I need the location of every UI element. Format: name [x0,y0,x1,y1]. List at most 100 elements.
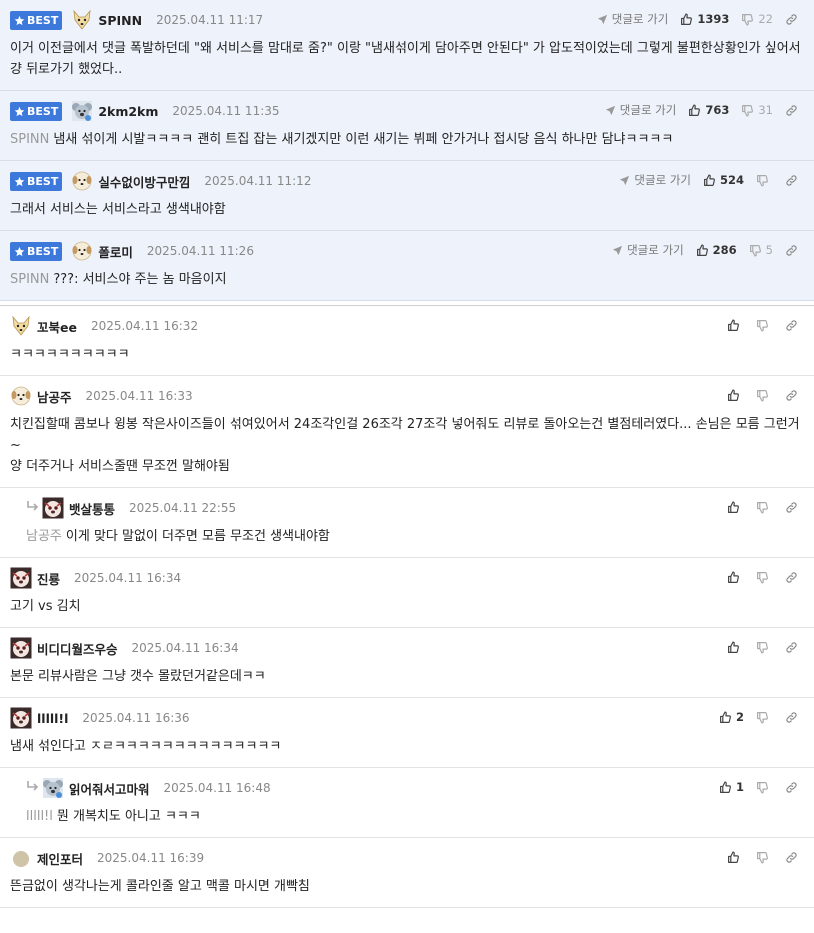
best-badge: BEST [10,101,63,121]
comment-actions: 1 [707,777,802,797]
downvote-button[interactable] [756,781,773,794]
upvote-button[interactable]: 2 [719,710,744,724]
avatar-koala-icon[interactable] [71,100,93,122]
link-icon[interactable] [785,104,802,117]
upvote-button[interactable] [727,640,744,654]
avatar-dog-icon[interactable] [10,315,32,337]
nickname[interactable]: 제인포터 [37,849,83,868]
nickname[interactable]: lllll!l [37,711,68,726]
link-icon[interactable] [785,571,802,584]
avatar-puppy-icon[interactable] [71,240,93,262]
comment-text: 이거 이전글에서 댓글 폭발하던데 "왜 서비스를 맘대로 줌?" 이랑 "냄새… [10,41,805,77]
comment-body: SPINN ???: 서비스야 주는 놈 마음이지 [10,269,804,290]
nickname[interactable]: 2km2km [98,104,158,119]
best-badge: BEST [10,171,63,191]
comment-text: ???: 서비스야 주는 놈 마음이지 [53,272,227,287]
nickname[interactable]: 비디디월즈우승 [37,639,118,658]
comment-date: 2025.04.11 11:12 [204,174,312,188]
downvote-button[interactable]: 22 [741,12,773,26]
upvote-button[interactable]: 1 [719,780,744,794]
downvote-button[interactable] [756,174,773,187]
nickname[interactable]: 읽어줘서고마워 [69,779,150,798]
link-icon[interactable] [785,389,802,402]
comment-body: 남공주 이게 맞다 말없이 더주면 모름 무조건 생색내야함 [26,526,804,547]
upvote-count: 2 [735,710,744,724]
upvote-button[interactable]: 524 [703,173,744,187]
nickname[interactable]: 폴로미 [98,242,133,261]
nickname[interactable]: 꼬북ee [37,317,77,336]
avatar-puppy-icon[interactable] [71,170,93,192]
upvote-count: 763 [705,103,730,117]
comment-item: 진룡 2025.04.11 16:34 고기 vs 김치 [0,558,814,628]
upvote-count: 1393 [697,12,730,26]
link-icon[interactable] [785,711,802,724]
downvote-button[interactable] [756,641,773,654]
link-icon[interactable] [785,13,802,26]
avatar-pug-icon[interactable] [10,707,32,729]
nickname[interactable]: 실수없이방구만낌 [98,172,190,191]
mention-tag[interactable]: lllll!l [26,809,53,824]
link-icon[interactable] [785,319,802,332]
link-icon[interactable] [785,641,802,654]
comment-text: 냄새 섞이게 시발ㅋㅋㅋㅋ 괜히 트집 잡는 새기겠지만 이런 새기는 뷔페 안… [53,132,674,147]
link-icon[interactable] [785,501,802,514]
downvote-button[interactable] [756,851,773,864]
nickname[interactable]: SPINN [98,13,142,28]
avatar-pug-icon[interactable] [10,567,32,589]
upvote-count: 524 [719,173,744,187]
avatar-pug-icon[interactable] [10,637,32,659]
upvote-button[interactable]: 286 [696,243,737,257]
downvote-button[interactable] [756,571,773,584]
avatar-dog-icon[interactable] [71,9,93,31]
nickname[interactable]: 남공주 [37,387,72,406]
nickname[interactable]: 뱃살통통 [69,499,115,518]
comment-actions [715,847,802,867]
downvote-button[interactable] [756,319,773,332]
nickname[interactable]: 진룡 [37,569,60,588]
go-to-comment-button[interactable]: 댓글로 가기 [619,172,691,188]
comment-header: 진룡 2025.04.11 16:34 [10,567,804,589]
comment-date: 2025.04.11 16:39 [97,851,205,865]
comment-text: 본문 리뷰사람은 그냥 갯수 몰랐던거같은데ㅋㅋ [10,669,266,684]
comment-date: 2025.04.11 16:34 [131,641,239,655]
comment-item: BEST 2km2km 2025.04.11 11:35 댓글로 가기 763 31 SPI… [0,91,814,161]
avatar-puppy-icon[interactable] [10,385,32,407]
avatar-pug-icon[interactable] [42,497,64,519]
comment-text: 치킨집할때 콤보나 윙봉 작은사이즈들이 섞여있어서 24조각인걸 26조각 2… [10,417,800,474]
comment-item: BEST 폴로미 2025.04.11 11:26 댓글로 가기 286 5 SPINN??… [0,231,814,301]
comment-item: lllll!l 2025.04.11 16:36 2 냄새 섞인다고 ㅈㄹㅋㅋㅋㅋㅋㅋ… [0,698,814,768]
upvote-button[interactable] [727,318,744,332]
go-to-comment-label: 댓글로 가기 [619,103,677,117]
go-to-comment-button[interactable]: 댓글로 가기 [612,242,684,258]
link-icon[interactable] [785,851,802,864]
link-icon[interactable] [785,174,802,187]
mention-tag[interactable]: 남공주 [26,529,62,544]
downvote-button[interactable] [756,389,773,402]
comment-item: 꼬북ee 2025.04.11 16:32 ㅋㅋㅋㅋㅋㅋㅋㅋㅋㅋ [0,306,814,376]
go-to-comment-button[interactable]: 댓글로 가기 [605,102,677,118]
comment-item: BEST 실수없이방구만낌 2025.04.11 11:12 댓글로 가기 524 그래서… [0,161,814,231]
avatar-dot-icon[interactable] [10,847,32,869]
best-badge: BEST [10,10,63,30]
best-badge-label: BEST [27,174,59,188]
link-icon[interactable] [785,244,802,257]
upvote-button[interactable] [727,500,744,514]
reply-comment: 읽어줘서고마워 2025.04.11 16:48 1 lllll!l 뭔 개복치도 아니… [0,768,814,838]
comment-actions: 댓글로 가기 763 31 [593,100,802,120]
upvote-button[interactable] [727,850,744,864]
downvote-button[interactable] [756,711,773,724]
upvote-button[interactable]: 763 [688,103,729,117]
upvote-button[interactable]: 1393 [680,12,729,26]
link-icon[interactable] [785,781,802,794]
mention-tag[interactable]: SPINN [10,132,49,147]
mention-tag[interactable]: SPINN [10,272,49,287]
upvote-button[interactable] [727,388,744,402]
downvote-button[interactable]: 5 [749,243,773,257]
go-to-comment-button[interactable]: 댓글로 가기 [597,11,668,27]
avatar-koala-icon[interactable] [42,777,64,799]
downvote-button[interactable] [756,501,773,514]
comment-item: 비디디월즈우승 2025.04.11 16:34 본문 리뷰사람은 그냥 갯수 몰랐… [0,628,814,698]
downvote-button[interactable]: 31 [741,103,773,117]
upvote-button[interactable] [727,570,744,584]
comment-text: 그래서 서비스는 서비스라고 생색내야함 [10,202,226,217]
